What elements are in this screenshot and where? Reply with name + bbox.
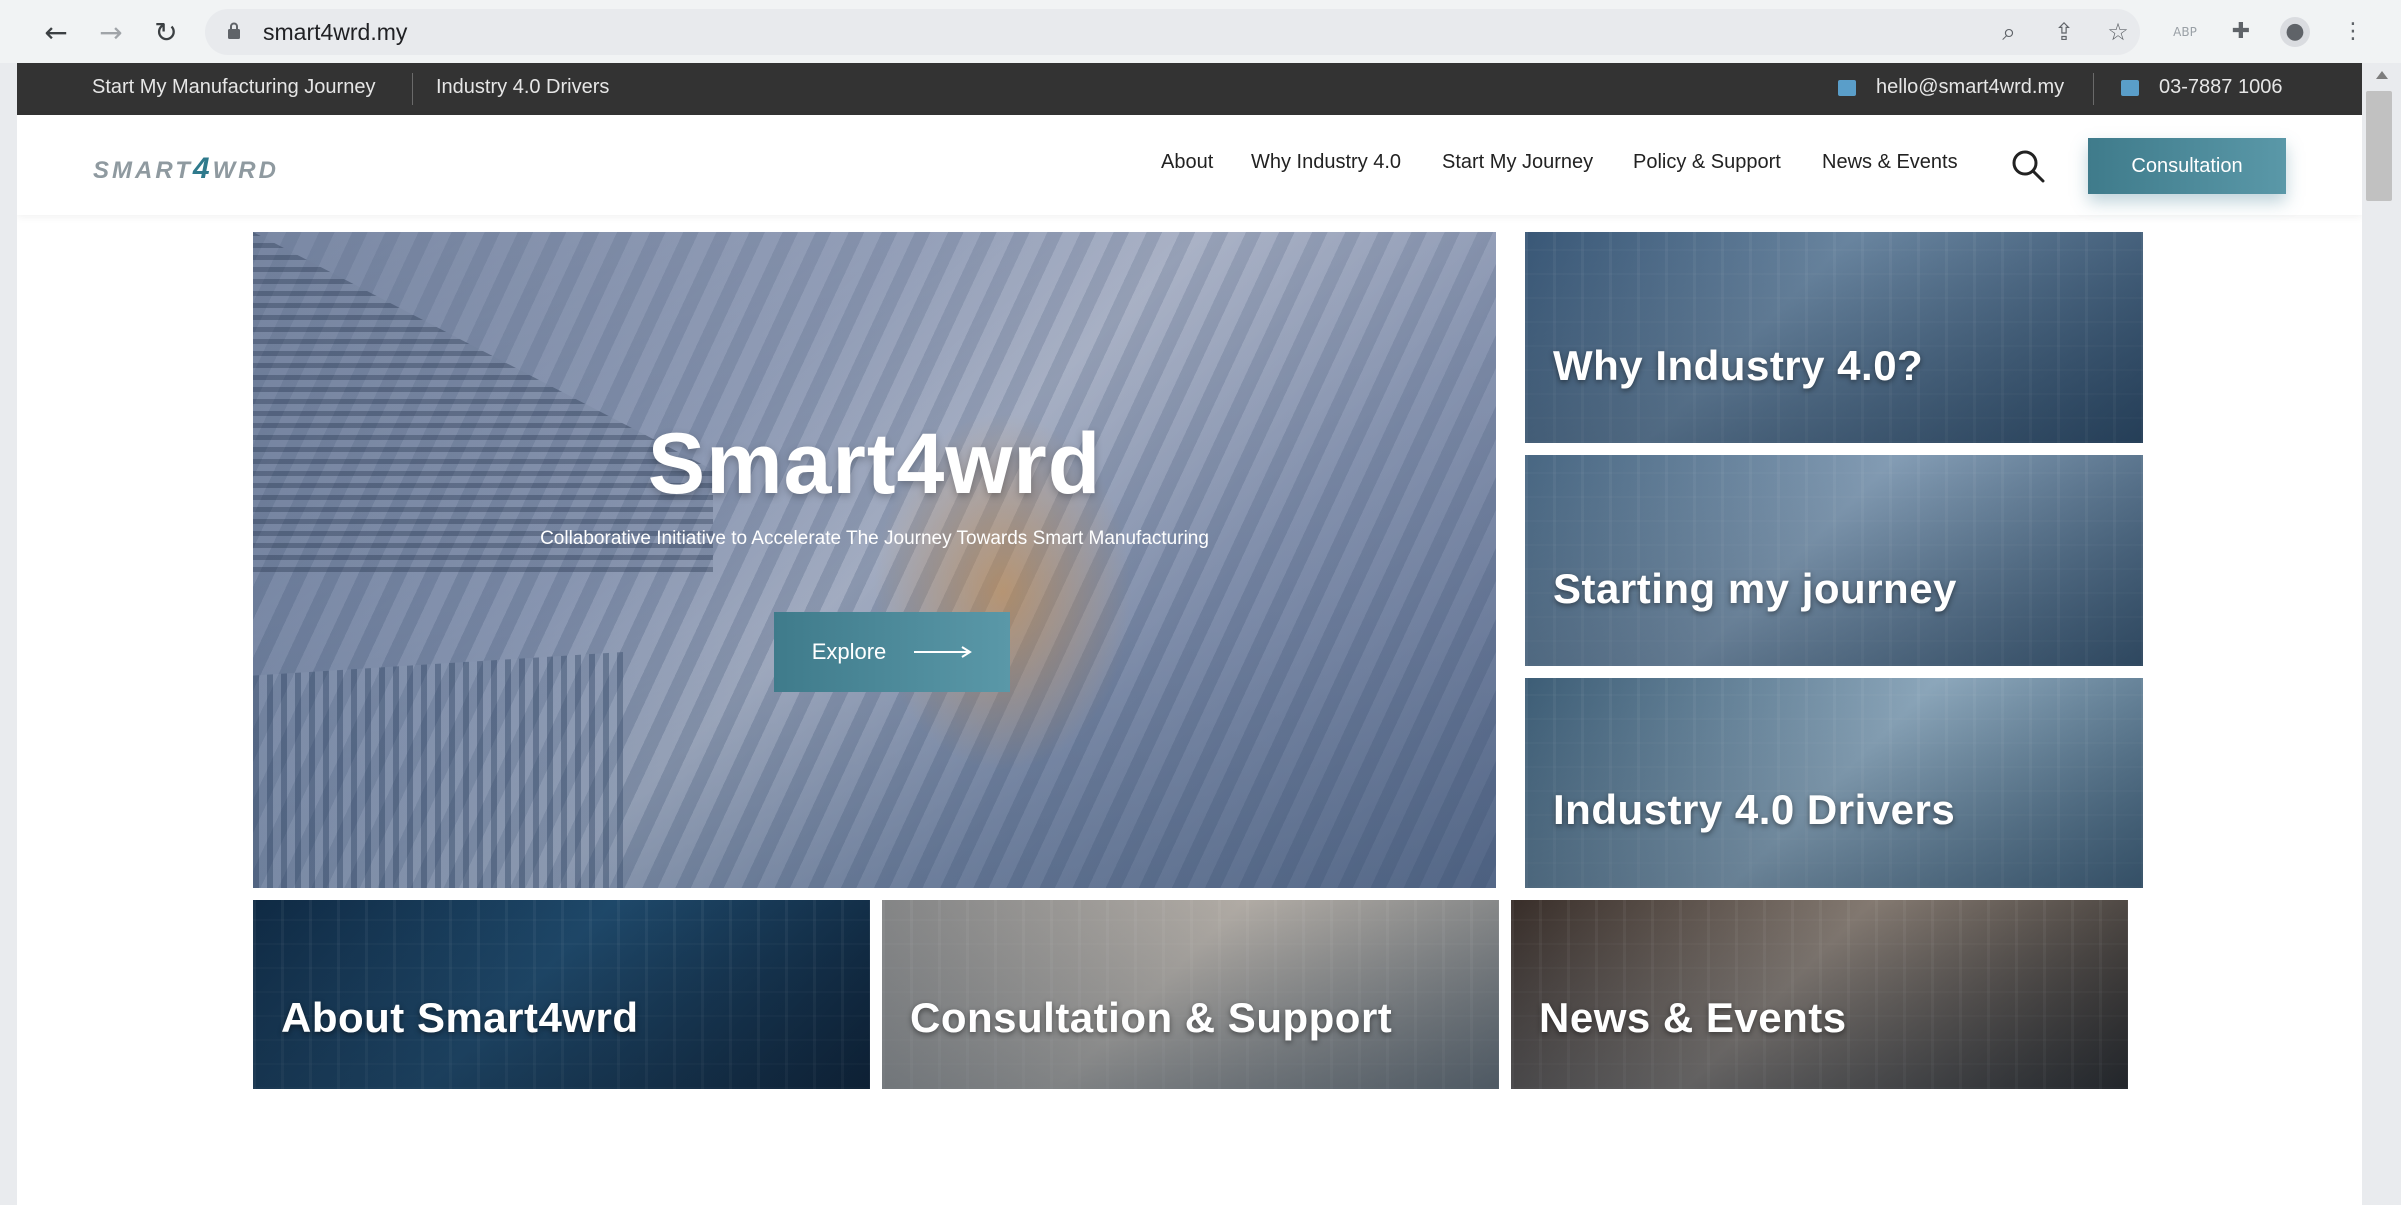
scroll-thumb[interactable] [2366,91,2392,201]
nav-news-events[interactable]: News & Events [1822,151,1958,174]
logo-text-num: 4 [192,152,213,185]
nav-policy-support[interactable]: Policy & Support [1633,151,1781,174]
arrow-right-icon[interactable]: → [93,14,129,50]
consultation-button[interactable]: Consultation [2088,138,2286,194]
page-scrollbar[interactable] [2362,63,2401,1205]
scroll-up-icon[interactable] [2376,71,2388,79]
logo-text-a: SMART [93,157,193,184]
tile-title: Industry 4.0 Drivers [1553,786,1956,833]
nav-why-industry[interactable]: Why Industry 4.0 [1251,151,1401,174]
phone-icon [2121,80,2139,96]
tile-overlay [1525,678,2143,888]
nav-start-journey[interactable]: Start My Journey [1442,151,1593,174]
hero-title: Smart4wrd [647,416,1102,512]
share-icon[interactable]: ⇪ [2050,18,2078,46]
logo-text-b: WRD [212,157,279,184]
address-bar[interactable]: smart4wrd.my ⌕ ⇪ ☆ [205,9,2140,55]
tile-overlay [1525,455,2143,666]
explore-label: Explore [811,639,887,664]
explore-button[interactable]: Explore [774,612,1010,692]
site-header: SMART4WRD About Why Industry 4.0 Start M… [17,115,2362,215]
tile-title: News & Events [1539,994,1847,1041]
tile-title: Consultation & Support [910,994,1393,1041]
hero-banner: Smart4wrd Collaborative Initiative to Ac… [253,232,1496,888]
email-icon [1838,80,1856,96]
reload-icon[interactable]: ↻ [148,14,184,50]
kebab-menu-icon[interactable]: ⋮ [2338,17,2368,47]
hero-building-image [253,652,623,888]
browser-toolbar: ← → ↻ smart4wrd.my ⌕ ⇪ ☆ ABP ✚ ● ⋮ [0,0,2401,63]
hero-subtitle: Collaborative Initiative to Accelerate T… [540,528,1209,549]
site-logo[interactable]: SMART4WRD [93,152,279,186]
page-viewport: Start My Manufacturing Journey Industry … [17,63,2362,1205]
zoom-icon[interactable]: ⌕ [1995,18,2023,46]
topbar-phone[interactable]: 03-7887 1006 [2159,76,2282,99]
topbar-link-drivers[interactable]: Industry 4.0 Drivers [436,76,609,99]
tile-about[interactable]: About Smart4wrd [253,900,870,1089]
tile-news-events[interactable]: News & Events [1511,900,2128,1089]
profile-avatar-icon[interactable]: ● [2280,17,2310,47]
lock-icon [228,22,240,39]
topbar-email[interactable]: hello@smart4wrd.my [1876,76,2064,99]
tile-title: Starting my journey [1553,565,1957,612]
puzzle-icon[interactable]: ✚ [2226,17,2256,47]
hero-building-image [253,232,713,572]
nav-about[interactable]: About [1161,151,1213,174]
arrow-left-icon[interactable]: ← [38,14,74,50]
star-icon[interactable]: ☆ [2104,18,2132,46]
tile-consultation-support[interactable]: Consultation & Support [882,900,1499,1089]
tile-industry-drivers[interactable]: Industry 4.0 Drivers [1525,678,2143,888]
tile-why-industry[interactable]: Why Industry 4.0? [1525,232,2143,443]
topbar-divider [412,73,413,105]
tile-title: Why Industry 4.0? [1553,342,1924,389]
search-icon[interactable] [2010,148,2046,184]
topbar-link-journey[interactable]: Start My Manufacturing Journey [92,76,375,99]
arrow-right-icon [914,646,973,658]
top-info-bar: Start My Manufacturing Journey Industry … [17,63,2362,115]
tile-starting-journey[interactable]: Starting my journey [1525,455,2143,666]
url-text: smart4wrd.my [263,19,408,45]
extension-badge-icon[interactable]: ABP [2170,17,2200,47]
tile-overlay [1525,232,2143,443]
topbar-divider [2093,73,2094,105]
tile-title: About Smart4wrd [281,994,639,1041]
